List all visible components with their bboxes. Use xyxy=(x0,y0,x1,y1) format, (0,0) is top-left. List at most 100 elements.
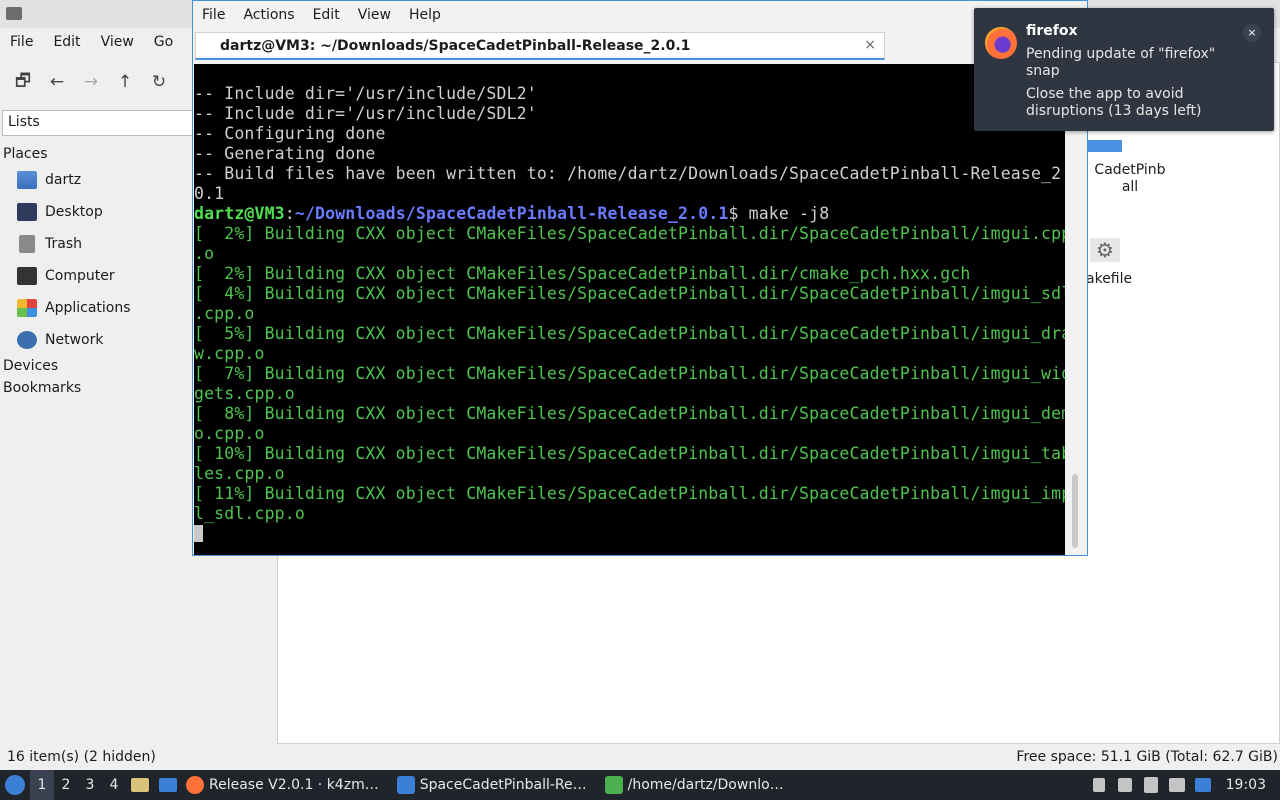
trash-icon xyxy=(19,235,35,253)
term-menu-actions[interactable]: Actions xyxy=(234,3,303,29)
close-notification-icon[interactable]: × xyxy=(1243,24,1261,42)
file-manager-menubar: File Edit View Go xyxy=(0,30,183,56)
notification-icon xyxy=(1194,778,1211,792)
cursor-line xyxy=(194,524,1065,544)
terminal-window: File Actions Edit View Help dartz@VM3: ~… xyxy=(192,0,1088,556)
updates-icon xyxy=(1092,778,1105,792)
notification-popup[interactable]: firefox Pending update of "firefox" snap… xyxy=(974,8,1274,131)
build-line: [ 11%] Building CXX object CMakeFiles/Sp… xyxy=(194,484,1065,503)
build-line: .o xyxy=(194,244,215,263)
sidebar-item-label: Trash xyxy=(45,236,82,252)
quicklaunch-file-manager[interactable] xyxy=(126,770,154,800)
desktop-icon xyxy=(17,203,37,221)
tray-updates[interactable] xyxy=(1086,770,1112,800)
term-menu-view[interactable]: View xyxy=(349,3,400,29)
build-line: l_sdl.cpp.o xyxy=(194,504,305,523)
terminal-line: -- Configuring done xyxy=(194,124,386,143)
task-label: SpaceCadetPinball-Re… xyxy=(419,777,587,793)
show-desktop-icon xyxy=(159,778,177,792)
term-menu-edit[interactable]: Edit xyxy=(304,3,349,29)
task-firefox[interactable]: Release V2.0.1 · k4zm… xyxy=(182,770,383,800)
file-label: akefile xyxy=(1086,271,1133,287)
clock[interactable]: 19:03 xyxy=(1216,777,1280,793)
build-line: les.cpp.o xyxy=(194,464,285,483)
term-menu-help[interactable]: Help xyxy=(400,3,450,29)
terminal-line: -- Include dir='/usr/include/SDL2' xyxy=(194,84,537,103)
volume-icon xyxy=(1117,778,1132,792)
workspace-2[interactable]: 2 xyxy=(54,770,78,800)
system-tray: 19:03 xyxy=(1086,770,1280,800)
build-line: [ 7%] Building CXX object CMakeFiles/Spa… xyxy=(194,364,1065,383)
terminal-line: -- Generating done xyxy=(194,144,376,163)
computer-icon xyxy=(17,267,37,285)
text-cursor xyxy=(194,525,203,542)
terminal-tab[interactable]: dartz@VM3: ~/Downloads/SpaceCadetPinball… xyxy=(195,32,885,60)
gear-icon: ⚙ xyxy=(1090,238,1120,262)
close-tab-icon[interactable]: × xyxy=(864,37,876,53)
build-line: [ 10%] Building CXX object CMakeFiles/Sp… xyxy=(194,444,1065,463)
build-line: [ 5%] Building CXX object CMakeFiles/Spa… xyxy=(194,324,1065,343)
terminal-output[interactable]: -- Include dir='/usr/include/SDL2' -- In… xyxy=(194,64,1065,555)
sidebar-item-label: Network xyxy=(45,332,104,348)
fm-menu-go[interactable]: Go xyxy=(144,30,183,56)
notification-detail: Close the app to avoid disruptions (13 d… xyxy=(1026,86,1202,119)
prompt-path: ~/Downloads/SpaceCadetPinball-Release_2.… xyxy=(294,204,729,223)
back-arrow-icon[interactable]: ← xyxy=(40,66,74,98)
prompt-separator: : xyxy=(284,204,295,223)
prompt-line: dartz@VM3:~/Downloads/SpaceCadetPinball-… xyxy=(194,204,1065,224)
tray-notifications[interactable] xyxy=(1190,770,1216,800)
reload-icon[interactable]: ↻ xyxy=(142,66,176,98)
workspace-3[interactable]: 3 xyxy=(78,770,102,800)
tab-title: dartz@VM3: ~/Downloads/SpaceCadetPinball… xyxy=(220,37,691,54)
fm-menu-edit[interactable]: Edit xyxy=(43,30,90,56)
folder-icon xyxy=(396,776,415,794)
clipboard-icon xyxy=(1143,777,1158,793)
build-line: [ 4%] Building CXX object CMakeFiles/Spa… xyxy=(194,284,1065,303)
terminal-icon xyxy=(604,776,623,794)
sidebar-item-label: dartz xyxy=(45,172,82,188)
build-line: .cpp.o xyxy=(194,304,255,323)
workspace-4[interactable]: 4 xyxy=(102,770,126,800)
fm-menu-file[interactable]: File xyxy=(0,30,43,56)
file-item-folder[interactable]: CadetPinb all xyxy=(1088,140,1172,196)
notification-body: Pending update of "firefox" snap xyxy=(1026,46,1216,79)
task-label: Release V2.0.1 · k4zm… xyxy=(209,777,379,793)
fm-menu-view[interactable]: View xyxy=(91,30,144,56)
start-menu-button[interactable] xyxy=(0,770,30,800)
file-manager-toolbar: 🗗 ← → ↑ ↻ xyxy=(0,64,176,100)
applications-icon xyxy=(17,299,37,317)
folder-icon xyxy=(1088,140,1122,152)
distro-logo-icon xyxy=(5,775,25,795)
sidebar-item-label: Applications xyxy=(45,300,131,316)
forward-arrow-icon[interactable]: → xyxy=(74,66,108,98)
workspace-1[interactable]: 1 xyxy=(30,770,54,800)
task-terminal[interactable]: /home/dartz/Downlo… xyxy=(601,770,788,800)
terminal-line: -- Build files have been written to: /ho… xyxy=(194,164,1065,183)
terminal-line: -- Include dir='/usr/include/SDL2' xyxy=(194,104,537,123)
task-label: /home/dartz/Downlo… xyxy=(627,777,784,793)
build-line: [ 2%] Building CXX object CMakeFiles/Spa… xyxy=(194,224,1065,243)
build-line: [ 2%] Building CXX object CMakeFiles/Spa… xyxy=(194,264,971,283)
tray-volume[interactable] xyxy=(1112,770,1138,800)
scrollbar-thumb[interactable] xyxy=(1072,474,1078,548)
build-line: [ 8%] Building CXX object CMakeFiles/Spa… xyxy=(194,404,1065,423)
new-tab-icon[interactable]: 🗗 xyxy=(6,66,40,98)
tray-network[interactable] xyxy=(1164,770,1190,800)
term-menu-file[interactable]: File xyxy=(193,3,234,29)
side-pane-mode-select[interactable]: Lists xyxy=(2,110,194,136)
network-icon xyxy=(1168,778,1185,792)
terminal-scrollbar[interactable] xyxy=(1066,64,1086,555)
file-manager-icon xyxy=(131,778,149,792)
notification-title: firefox xyxy=(1026,23,1078,39)
network-icon xyxy=(17,331,37,349)
firefox-icon xyxy=(186,776,204,794)
tray-clipboard[interactable] xyxy=(1138,770,1164,800)
file-label: CadetPinb all xyxy=(1094,162,1166,195)
quicklaunch-desktop[interactable] xyxy=(154,770,182,800)
home-folder-icon xyxy=(17,171,37,189)
task-file-manager[interactable]: SpaceCadetPinball-Re… xyxy=(393,770,591,800)
taskbar: 1 2 3 4 Release V2.0.1 · k4zm… SpaceCade… xyxy=(0,770,1280,800)
up-arrow-icon[interactable]: ↑ xyxy=(108,66,142,98)
status-free-space: Free space: 51.1 GiB (Total: 62.7 GiB) xyxy=(1016,749,1278,765)
prompt-command: $ make -j8 xyxy=(728,204,830,223)
